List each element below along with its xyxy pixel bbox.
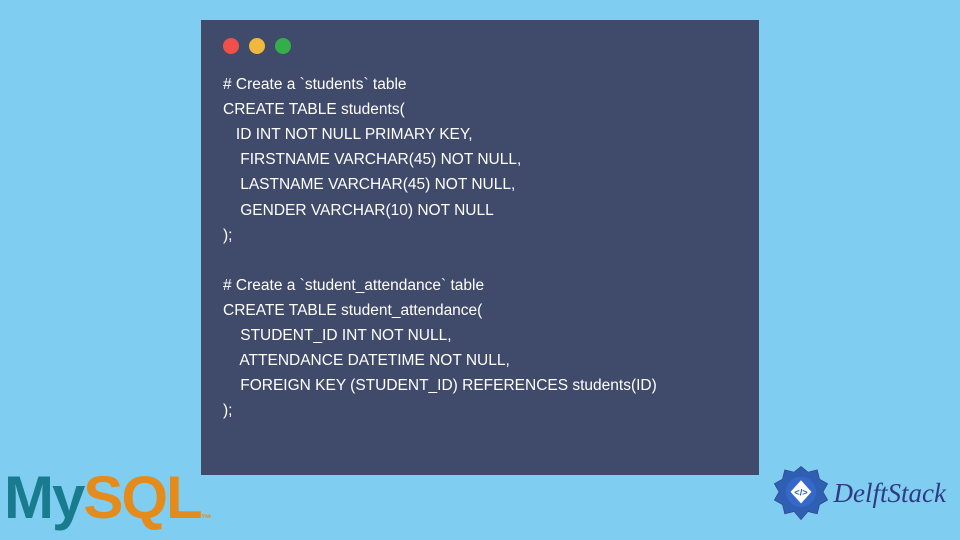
- mysql-logo-tm: ™: [201, 513, 212, 525]
- maximize-icon: [275, 38, 291, 54]
- code-window: # Create a `students` table CREATE TABLE…: [201, 20, 759, 475]
- svg-text:</>: </>: [794, 487, 808, 497]
- mysql-logo: MySQL™: [4, 463, 212, 532]
- window-controls: [223, 38, 737, 54]
- code-block: # Create a `students` table CREATE TABLE…: [223, 72, 737, 424]
- delftstack-icon: </>: [772, 464, 830, 522]
- minimize-icon: [249, 38, 265, 54]
- close-icon: [223, 38, 239, 54]
- mysql-logo-my: My: [4, 464, 83, 531]
- delftstack-logo: </> DelftStack: [772, 464, 946, 522]
- delftstack-text: DelftStack: [834, 478, 946, 509]
- mysql-logo-sql: SQL: [83, 464, 200, 531]
